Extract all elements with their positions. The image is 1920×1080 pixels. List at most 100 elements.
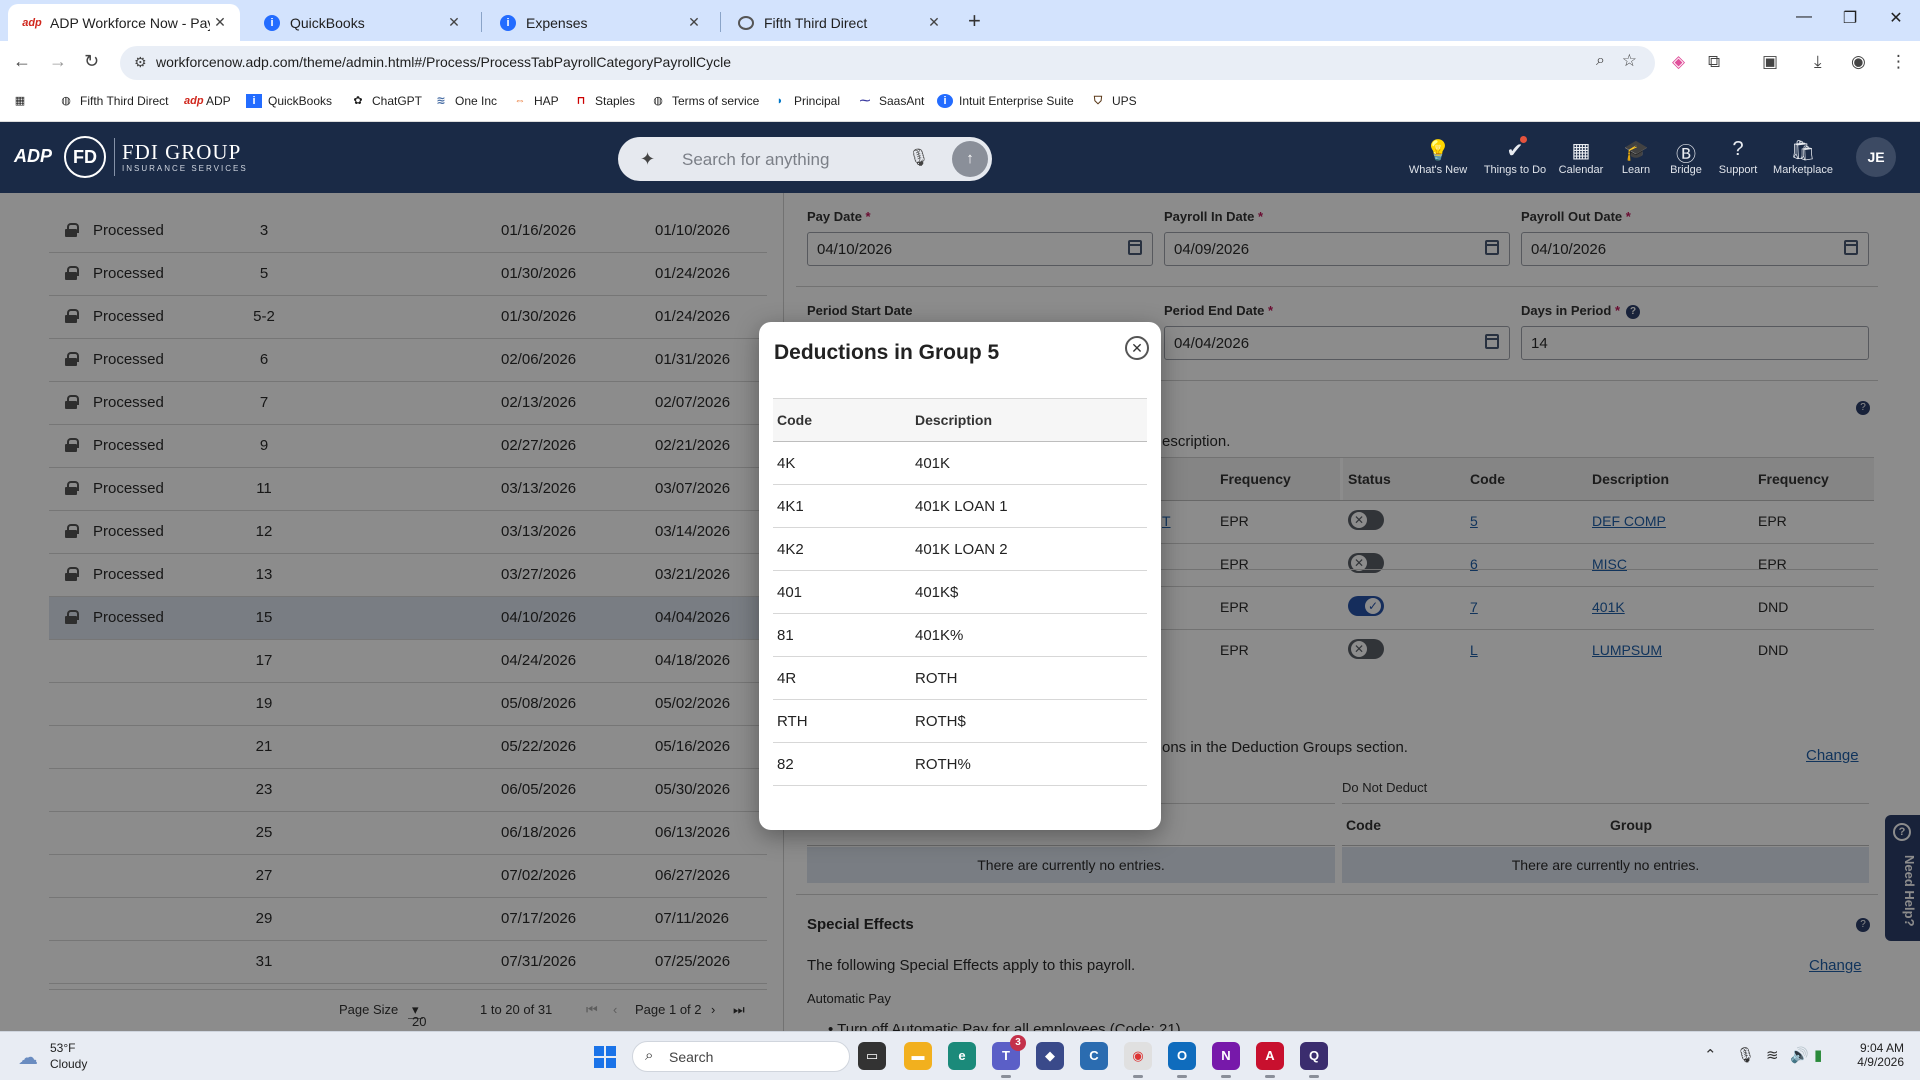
- bookmark-ups[interactable]: ⛉ UPS: [1090, 94, 1137, 108]
- bookmark-hap[interactable]: ⇔ HAP: [512, 94, 559, 108]
- download-icon[interactable]: ⤓: [1814, 52, 1822, 72]
- bookmark-staples[interactable]: ⊓ Staples: [573, 94, 635, 108]
- c-app-icon[interactable]: C: [1080, 1042, 1108, 1070]
- bookmark-quickbooks[interactable]: i QuickBooks: [246, 94, 332, 108]
- adp-icon: adp: [22, 16, 42, 29]
- deduction-code: 82: [777, 756, 794, 773]
- bookmark-chatgpt[interactable]: ✿ ChatGPT: [350, 94, 422, 108]
- brand-subtitle: INSURANCE SERVICES: [122, 164, 248, 173]
- ups-icon: ⛉: [1093, 95, 1103, 107]
- close-window-icon[interactable]: ✕: [1873, 8, 1919, 28]
- taskbar-search-label: Search: [669, 1049, 714, 1065]
- microphone-icon[interactable]: 🎙: [908, 148, 930, 168]
- app-icon[interactable]: Q: [1300, 1042, 1328, 1078]
- tray-overflow-icon[interactable]: ⌃: [1704, 1046, 1717, 1064]
- deduction-code: 4K: [777, 455, 796, 472]
- bookmark-fifth-third[interactable]: ◍ Fifth Third Direct: [58, 94, 168, 108]
- deductions-modal: Deductions in Group 5 ✕ Code Description…: [759, 322, 1161, 830]
- onenote-icon[interactable]: N: [1212, 1042, 1240, 1078]
- file-explorer-icon[interactable]: ▬: [904, 1042, 932, 1070]
- bookmark-saasant[interactable]: ⁓ SaasAnt: [857, 94, 925, 108]
- globe-icon: ◍: [61, 95, 71, 107]
- bookmarks-bar: ▦ ◍ Fifth Third Direct adp ADP i QuickBooks…: [0, 85, 1920, 122]
- one-inc-icon: ≋: [436, 95, 446, 107]
- bookmark-terms[interactable]: ◍ Terms of service: [650, 94, 759, 108]
- tab-title: Expenses: [526, 14, 588, 31]
- table-row: 4K 401K: [773, 442, 1147, 485]
- tab-separator: [481, 12, 482, 32]
- ai-sparkle-icon: ✦: [640, 149, 656, 169]
- microphone-icon[interactable]: 🎙: [1736, 1046, 1755, 1064]
- bookmark-one-inc[interactable]: ≋ One Inc: [433, 94, 497, 108]
- weather-desc: Cloudy: [50, 1057, 88, 1071]
- restore-icon[interactable]: ❐: [1827, 8, 1873, 28]
- wifi-icon[interactable]: ≋: [1766, 1046, 1779, 1064]
- bookmark-intuit-enterprise[interactable]: i Intuit Enterprise Suite: [937, 94, 1074, 108]
- menu-kebab-icon[interactable]: ⋮: [1890, 52, 1907, 72]
- address-bar[interactable]: ⚙ workforcenow.adp.com/theme/admin.html#…: [120, 46, 1655, 80]
- table-row: 82 ROTH%: [773, 743, 1147, 786]
- forward-icon[interactable]: →: [49, 51, 67, 72]
- deduction-code: 4K1: [777, 498, 804, 515]
- close-tab-icon[interactable]: ✕: [684, 14, 704, 31]
- deduction-description: ROTH: [915, 670, 958, 687]
- battery-icon[interactable]: ▮: [1814, 1046, 1822, 1064]
- close-tab-icon[interactable]: ✕: [444, 14, 464, 31]
- close-tab-icon[interactable]: ✕: [210, 14, 230, 31]
- close-modal-button[interactable]: ✕: [1125, 336, 1149, 360]
- tab-separator: [720, 12, 721, 32]
- browser-toolbar: ← → ↻ ⚙ workforcenow.adp.com/theme/admin…: [0, 41, 1920, 85]
- global-search[interactable]: ✦ Search for anything 🎙 ↑: [618, 137, 992, 181]
- back-icon[interactable]: ←: [13, 51, 31, 72]
- site-info-icon[interactable]: ⚙: [134, 54, 147, 71]
- tab-expenses[interactable]: i Expenses ✕: [484, 4, 714, 41]
- principal-icon: ◗: [776, 95, 784, 107]
- tab-quickbooks[interactable]: i QuickBooks ✕: [248, 4, 474, 41]
- bookmark-adp[interactable]: adp ADP: [184, 94, 231, 108]
- deductions-table: Code Description 4K 401K 4K1 401K LOAN 1 4K2…: [773, 398, 1147, 786]
- profile-icon[interactable]: ◉: [1851, 52, 1866, 72]
- nav-marketplace[interactable]: 🛍 Marketplace: [1768, 138, 1838, 176]
- close-tab-icon[interactable]: ✕: [924, 14, 944, 31]
- cast-icon[interactable]: ▣: [1762, 52, 1778, 72]
- tab-adp[interactable]: adp ADP Workforce Now - Payroll S ✕: [8, 4, 240, 41]
- task-view-icon[interactable]: ▭: [858, 1042, 886, 1070]
- minimize-icon[interactable]: —: [1781, 8, 1827, 26]
- deduction-code: 4R: [777, 670, 797, 687]
- saasant-icon: ⁓: [859, 95, 871, 107]
- table-row: 4R ROTH: [773, 657, 1147, 700]
- bookmark-principal[interactable]: ◗ Principal: [772, 94, 840, 108]
- chrome-icon[interactable]: ◉: [1124, 1042, 1152, 1078]
- brand-name: FDI GROUP: [122, 140, 242, 164]
- tab-fifth-third[interactable]: Fifth Third Direct ✕: [722, 4, 954, 41]
- hap-icon: ⇔: [514, 95, 526, 107]
- outlook-icon[interactable]: O: [1168, 1042, 1196, 1078]
- nav-whats-new[interactable]: 💡 What's New: [1403, 138, 1473, 176]
- zoom-icon[interactable]: ⌕: [1596, 52, 1605, 70]
- user-avatar[interactable]: JE: [1856, 137, 1896, 177]
- volume-icon[interactable]: 🔊: [1790, 1046, 1809, 1064]
- extensions-puzzle-icon[interactable]: ⧉: [1708, 52, 1720, 72]
- adp-icon: adp: [184, 95, 204, 107]
- deduction-description: 401K LOAN 2: [915, 541, 1008, 558]
- adp-logo[interactable]: ADP: [14, 146, 52, 167]
- checklist-icon: ✔: [1506, 140, 1524, 162]
- taskbar-search[interactable]: ⌕ Search: [632, 1041, 850, 1072]
- reload-icon[interactable]: ↻: [84, 51, 99, 72]
- intuit-icon: i: [937, 94, 953, 108]
- teams-icon[interactable]: T3: [992, 1035, 1026, 1078]
- system-clock[interactable]: 9:04 AM 4/9/2026: [1842, 1041, 1904, 1069]
- intuit-icon: i: [264, 14, 280, 31]
- new-tab-button[interactable]: +: [968, 8, 981, 34]
- edge-icon[interactable]: e: [948, 1042, 976, 1070]
- app-icon[interactable]: ◆: [1036, 1042, 1064, 1070]
- apps-grid-icon[interactable]: ▦: [12, 94, 34, 108]
- acrobat-icon[interactable]: A: [1256, 1042, 1284, 1078]
- search-submit-button[interactable]: ↑: [952, 141, 988, 177]
- nav-things-to-do[interactable]: ✔ Things to Do: [1480, 136, 1550, 176]
- extension-icon[interactable]: ◈: [1672, 52, 1685, 72]
- cloud-icon: ☁: [18, 1047, 38, 1069]
- bookmark-star-icon[interactable]: ☆: [1622, 51, 1637, 71]
- windows-start-icon[interactable]: [594, 1046, 616, 1068]
- nav-support[interactable]: ? Support: [1703, 138, 1773, 176]
